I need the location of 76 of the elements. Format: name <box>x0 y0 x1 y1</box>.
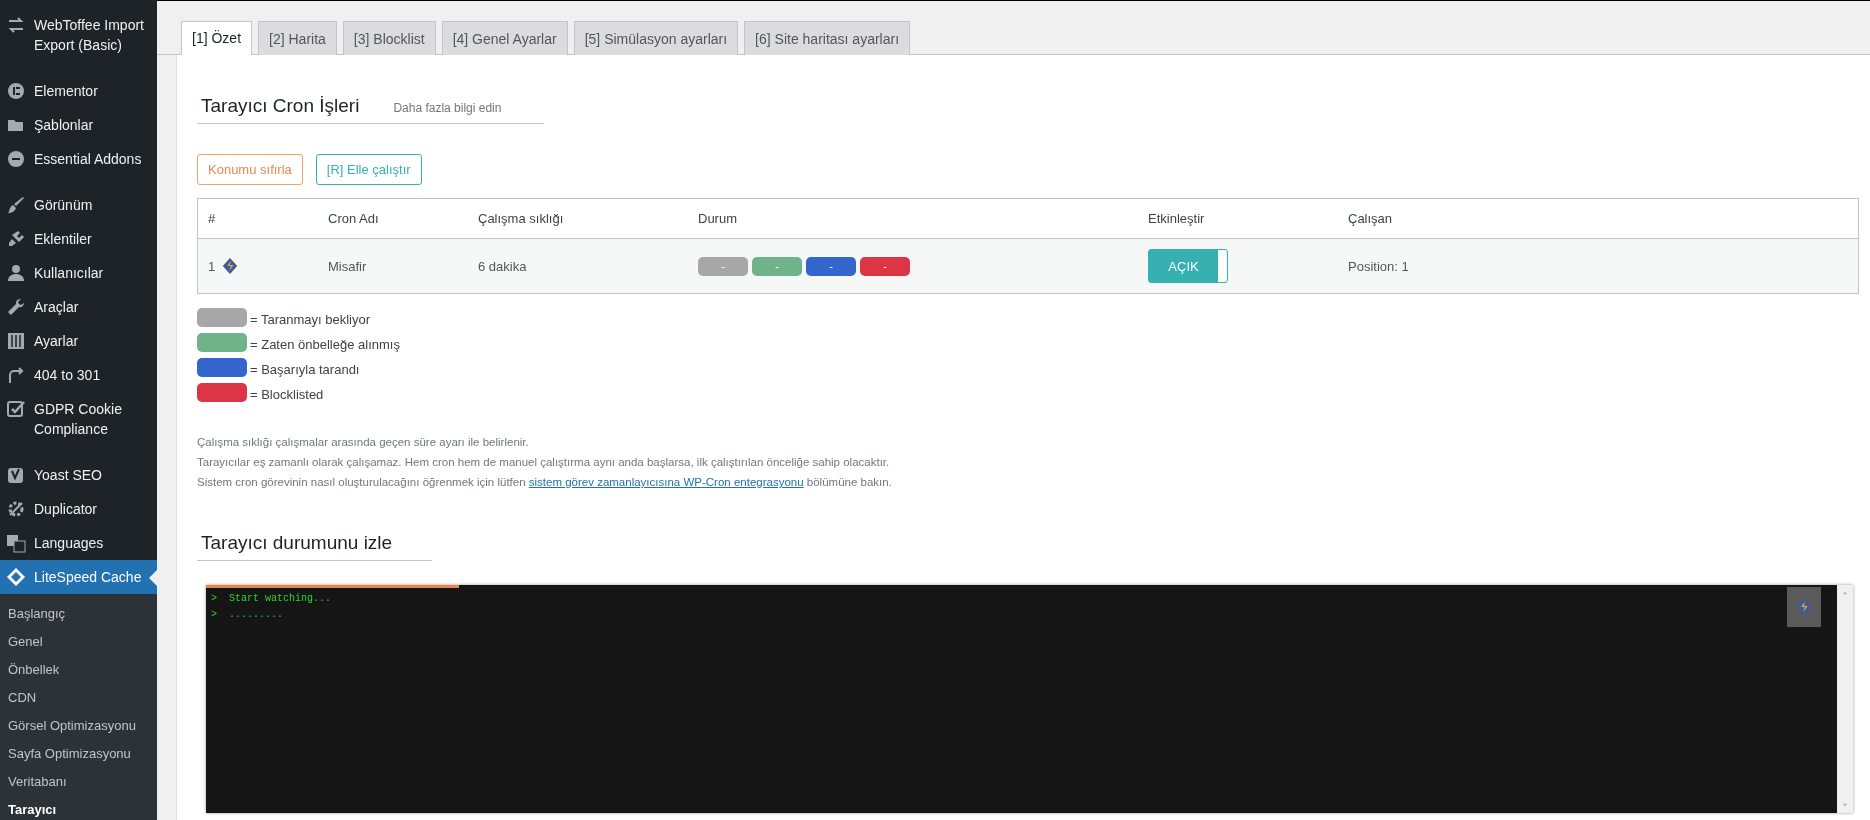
menu-item[interactable]: GDPR Cookie Compliance <box>0 392 157 446</box>
brush-icon <box>6 195 26 215</box>
section-title: Tarayıcı Cron İşleri <box>201 95 360 117</box>
submenu-item[interactable]: CDN <box>0 684 157 712</box>
plug-icon <box>6 229 26 249</box>
submenu-item[interactable]: Sayfa Optimizasyonu <box>0 740 157 768</box>
status-badge: - <box>698 256 748 276</box>
submenu-item[interactable]: Tarayıcı <box>0 796 157 820</box>
help-link[interactable]: Daha fazla bilgi edin <box>393 101 502 115</box>
letter-icon <box>6 465 26 485</box>
section-title: Tarayıcı durumunu izle <box>201 532 393 554</box>
wrench-icon <box>6 297 26 317</box>
column-header: Durum <box>688 198 1138 239</box>
column-header: Çalışma sıklığı <box>468 198 688 239</box>
arrows-icon <box>6 15 26 35</box>
menu-item[interactable]: LiteSpeed Cache <box>0 560 157 594</box>
logo-button[interactable] <box>1787 587 1821 627</box>
checkbox-icon <box>6 399 26 419</box>
sliders-icon <box>6 331 26 351</box>
caret-down-icon <box>1841 801 1849 809</box>
tab[interactable]: [3] Blocklist <box>342 21 436 55</box>
tab[interactable]: [1] Özet <box>181 21 253 55</box>
submenu-item[interactable]: Önbellek <box>0 656 157 684</box>
menu-item[interactable]: Elementor <box>0 74 157 108</box>
column-header: Çalışan <box>1338 198 1859 239</box>
legend-label: = Başarıyla tarandı <box>250 362 360 377</box>
menu-item[interactable]: Şablonlar <box>0 108 157 142</box>
submenu-item[interactable]: Görsel Optimizasyonu <box>0 712 157 740</box>
tab[interactable]: [5] Simülasyon ayarları <box>573 21 739 55</box>
diamond-icon <box>6 567 26 587</box>
doc-link[interactable]: sistem görev zamanlayıcısına WP-Cron entegrasyonu <box>528 476 804 488</box>
status-badge: - <box>806 256 856 276</box>
table-cell: 1 <box>208 258 216 274</box>
menu-item[interactable]: Araçlar <box>0 290 157 324</box>
console-line: > Start watching... <box>210 592 333 606</box>
note-text: Tarayıcılar eş zamanlı olarak çalışamaz. Hem cron hem de manuel çalıştırma aynı anda başlarsa, ilk çalıştırılan önceliğe sahip olacaktır. <box>197 455 891 470</box>
menu-item[interactable]: Yoast SEO <box>0 458 157 492</box>
menu-item[interactable]: Eklentiler <box>0 222 157 256</box>
caret-up-icon <box>1841 589 1849 597</box>
menu-item[interactable]: Duplicator <box>0 492 157 526</box>
scrollbar[interactable] <box>1837 585 1853 813</box>
tab[interactable]: [2] Harita <box>258 21 337 55</box>
submenu-item[interactable]: Genel <box>0 628 157 656</box>
submenu-item[interactable]: Başlangıç <box>0 600 157 628</box>
lightning-icon <box>221 257 240 275</box>
menu-item[interactable]: 404 to 301 <box>0 358 157 392</box>
status-badge: - <box>752 256 802 276</box>
circle-icon <box>6 149 26 169</box>
submenu-item[interactable]: Veritabanı <box>0 768 157 796</box>
menu-item[interactable]: WebToffee Import Export (Basic) <box>0 8 157 62</box>
column-header: Cron Adı <box>318 198 468 239</box>
tab[interactable]: [4] Genel Ayarlar <box>441 21 568 55</box>
legend-label: = Blocklisted <box>250 387 324 402</box>
menu-item[interactable]: Languages <box>0 526 157 560</box>
note-text: Sistem cron görevinin nasıl oluşturulacağını öğrenmek için lütfen sistem görev zamanlayıcısına WP-Cron entegrasyonu bölümüne bakın. <box>197 475 893 490</box>
arrow-icon <box>6 365 26 385</box>
table-cell: Position: 1 <box>1338 238 1859 294</box>
menu-item[interactable]: Ayarlar <box>0 324 157 358</box>
lightning-icon <box>1795 598 1813 616</box>
menu-item[interactable]: Kullanıcılar <box>0 256 157 290</box>
legend-label: = Zaten önbelleğe alınmış <box>250 337 400 352</box>
circle-icon <box>6 81 26 101</box>
console-line: > ......... <box>210 608 284 622</box>
table-cell: 6 dakika <box>468 238 688 294</box>
note-text: Çalışma sıklığı çalışmalar arasında geçen süre ayarı ile belirlenir. <box>197 435 530 450</box>
legend-label: = Taranmayı bekliyor <box>250 312 371 327</box>
person-icon <box>6 263 26 283</box>
tab[interactable]: [6] Site haritası ayarları <box>744 21 911 55</box>
status-badge: - <box>860 256 910 276</box>
table-cell: Misafir <box>318 238 468 294</box>
menu-item[interactable]: Görünüm <box>0 188 157 222</box>
menu-item[interactable]: Essential Addons <box>0 142 157 176</box>
gear-icon <box>6 499 26 519</box>
column-header: Etkinleştir <box>1138 198 1338 239</box>
column-header: # <box>197 198 318 239</box>
translate-icon <box>6 533 26 553</box>
